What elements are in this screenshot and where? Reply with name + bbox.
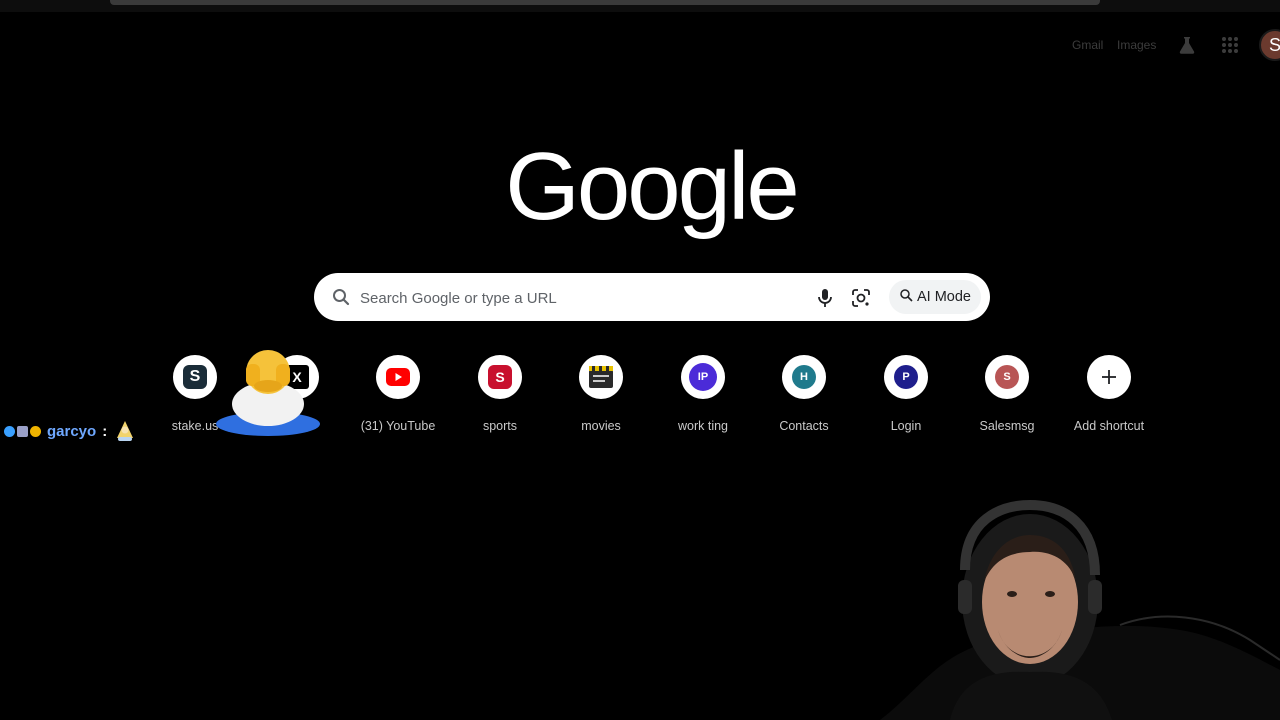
streamer-webcam [880, 499, 1280, 720]
shortcut-label: work ting [677, 419, 729, 433]
gmail-link[interactable]: Gmail [1072, 38, 1103, 52]
shortcut-label: movies [581, 419, 621, 433]
plus-icon [1102, 370, 1116, 384]
stream-chat-message: garcyo : [4, 420, 135, 442]
shortcut-label: Contacts [779, 419, 829, 433]
shortcut-youtube[interactable]: (31) YouTube [350, 355, 446, 441]
salesmsg-icon: S [995, 365, 1019, 389]
shortcut-tile [579, 355, 623, 399]
shortcut-sports[interactable]: S sports [452, 355, 548, 441]
youtube-icon [386, 368, 410, 386]
shortcut-add[interactable]: Add shortcut [1061, 355, 1157, 441]
shortcut-tile: S [985, 355, 1029, 399]
sports-icon: S [488, 365, 512, 389]
stake-icon: S [183, 365, 207, 389]
shortcut-label: Login [890, 419, 922, 433]
chat-username: garcyo [47, 422, 97, 440]
chat-badge-icon [17, 425, 28, 437]
login-icon: P [894, 365, 918, 389]
movies-icon [589, 366, 613, 388]
stream-sticker-character [216, 350, 320, 436]
shortcut-tile [1087, 355, 1131, 399]
chat-badge-icon [30, 425, 41, 437]
shortcut-tile: S [478, 355, 522, 399]
work-icon: IP [689, 363, 717, 391]
shortcut-label: Add shortcut [1073, 419, 1145, 433]
shortcut-work-ting[interactable]: IP work ting [655, 355, 751, 441]
shortcut-label: sports [482, 419, 518, 433]
shortcut-movies[interactable]: movies [553, 355, 649, 441]
shortcut-label: Salesmsg [979, 419, 1035, 433]
account-avatar[interactable]: S [1259, 29, 1280, 61]
shortcut-login[interactable]: P Login [858, 355, 954, 441]
chat-badge-icon [4, 425, 15, 437]
shortcut-contacts[interactable]: H Contacts [756, 355, 852, 441]
google-logo: Google [505, 133, 800, 240]
browser-top-strip [0, 0, 1280, 12]
search-input[interactable] [358, 281, 802, 315]
shortcut-tile: H [782, 355, 826, 399]
contacts-icon: H [792, 365, 816, 389]
ai-mode-button[interactable]: AI Mode [889, 280, 981, 314]
shortcut-label: (31) YouTube [360, 419, 436, 433]
shortcut-tile [376, 355, 420, 399]
microphone-icon[interactable] [814, 287, 836, 314]
images-link[interactable]: Images [1117, 38, 1156, 52]
search-icon [332, 288, 350, 311]
top-scrollbar[interactable] [110, 0, 1100, 5]
shortcut-tile: S [173, 355, 217, 399]
chat-separator: : [102, 422, 108, 440]
ai-mode-label: AI Mode [917, 289, 971, 305]
apps-grid-icon[interactable] [1217, 32, 1243, 58]
shortcut-salesmsg[interactable]: S Salesmsg [959, 355, 1055, 441]
flask-icon[interactable] [1174, 32, 1200, 58]
shortcut-tile: P [884, 355, 928, 399]
chat-emote-icon [117, 421, 134, 441]
shortcut-tile: IP [681, 355, 725, 399]
google-lens-icon[interactable] [850, 287, 872, 314]
ai-sparkle-search-icon [899, 288, 913, 306]
